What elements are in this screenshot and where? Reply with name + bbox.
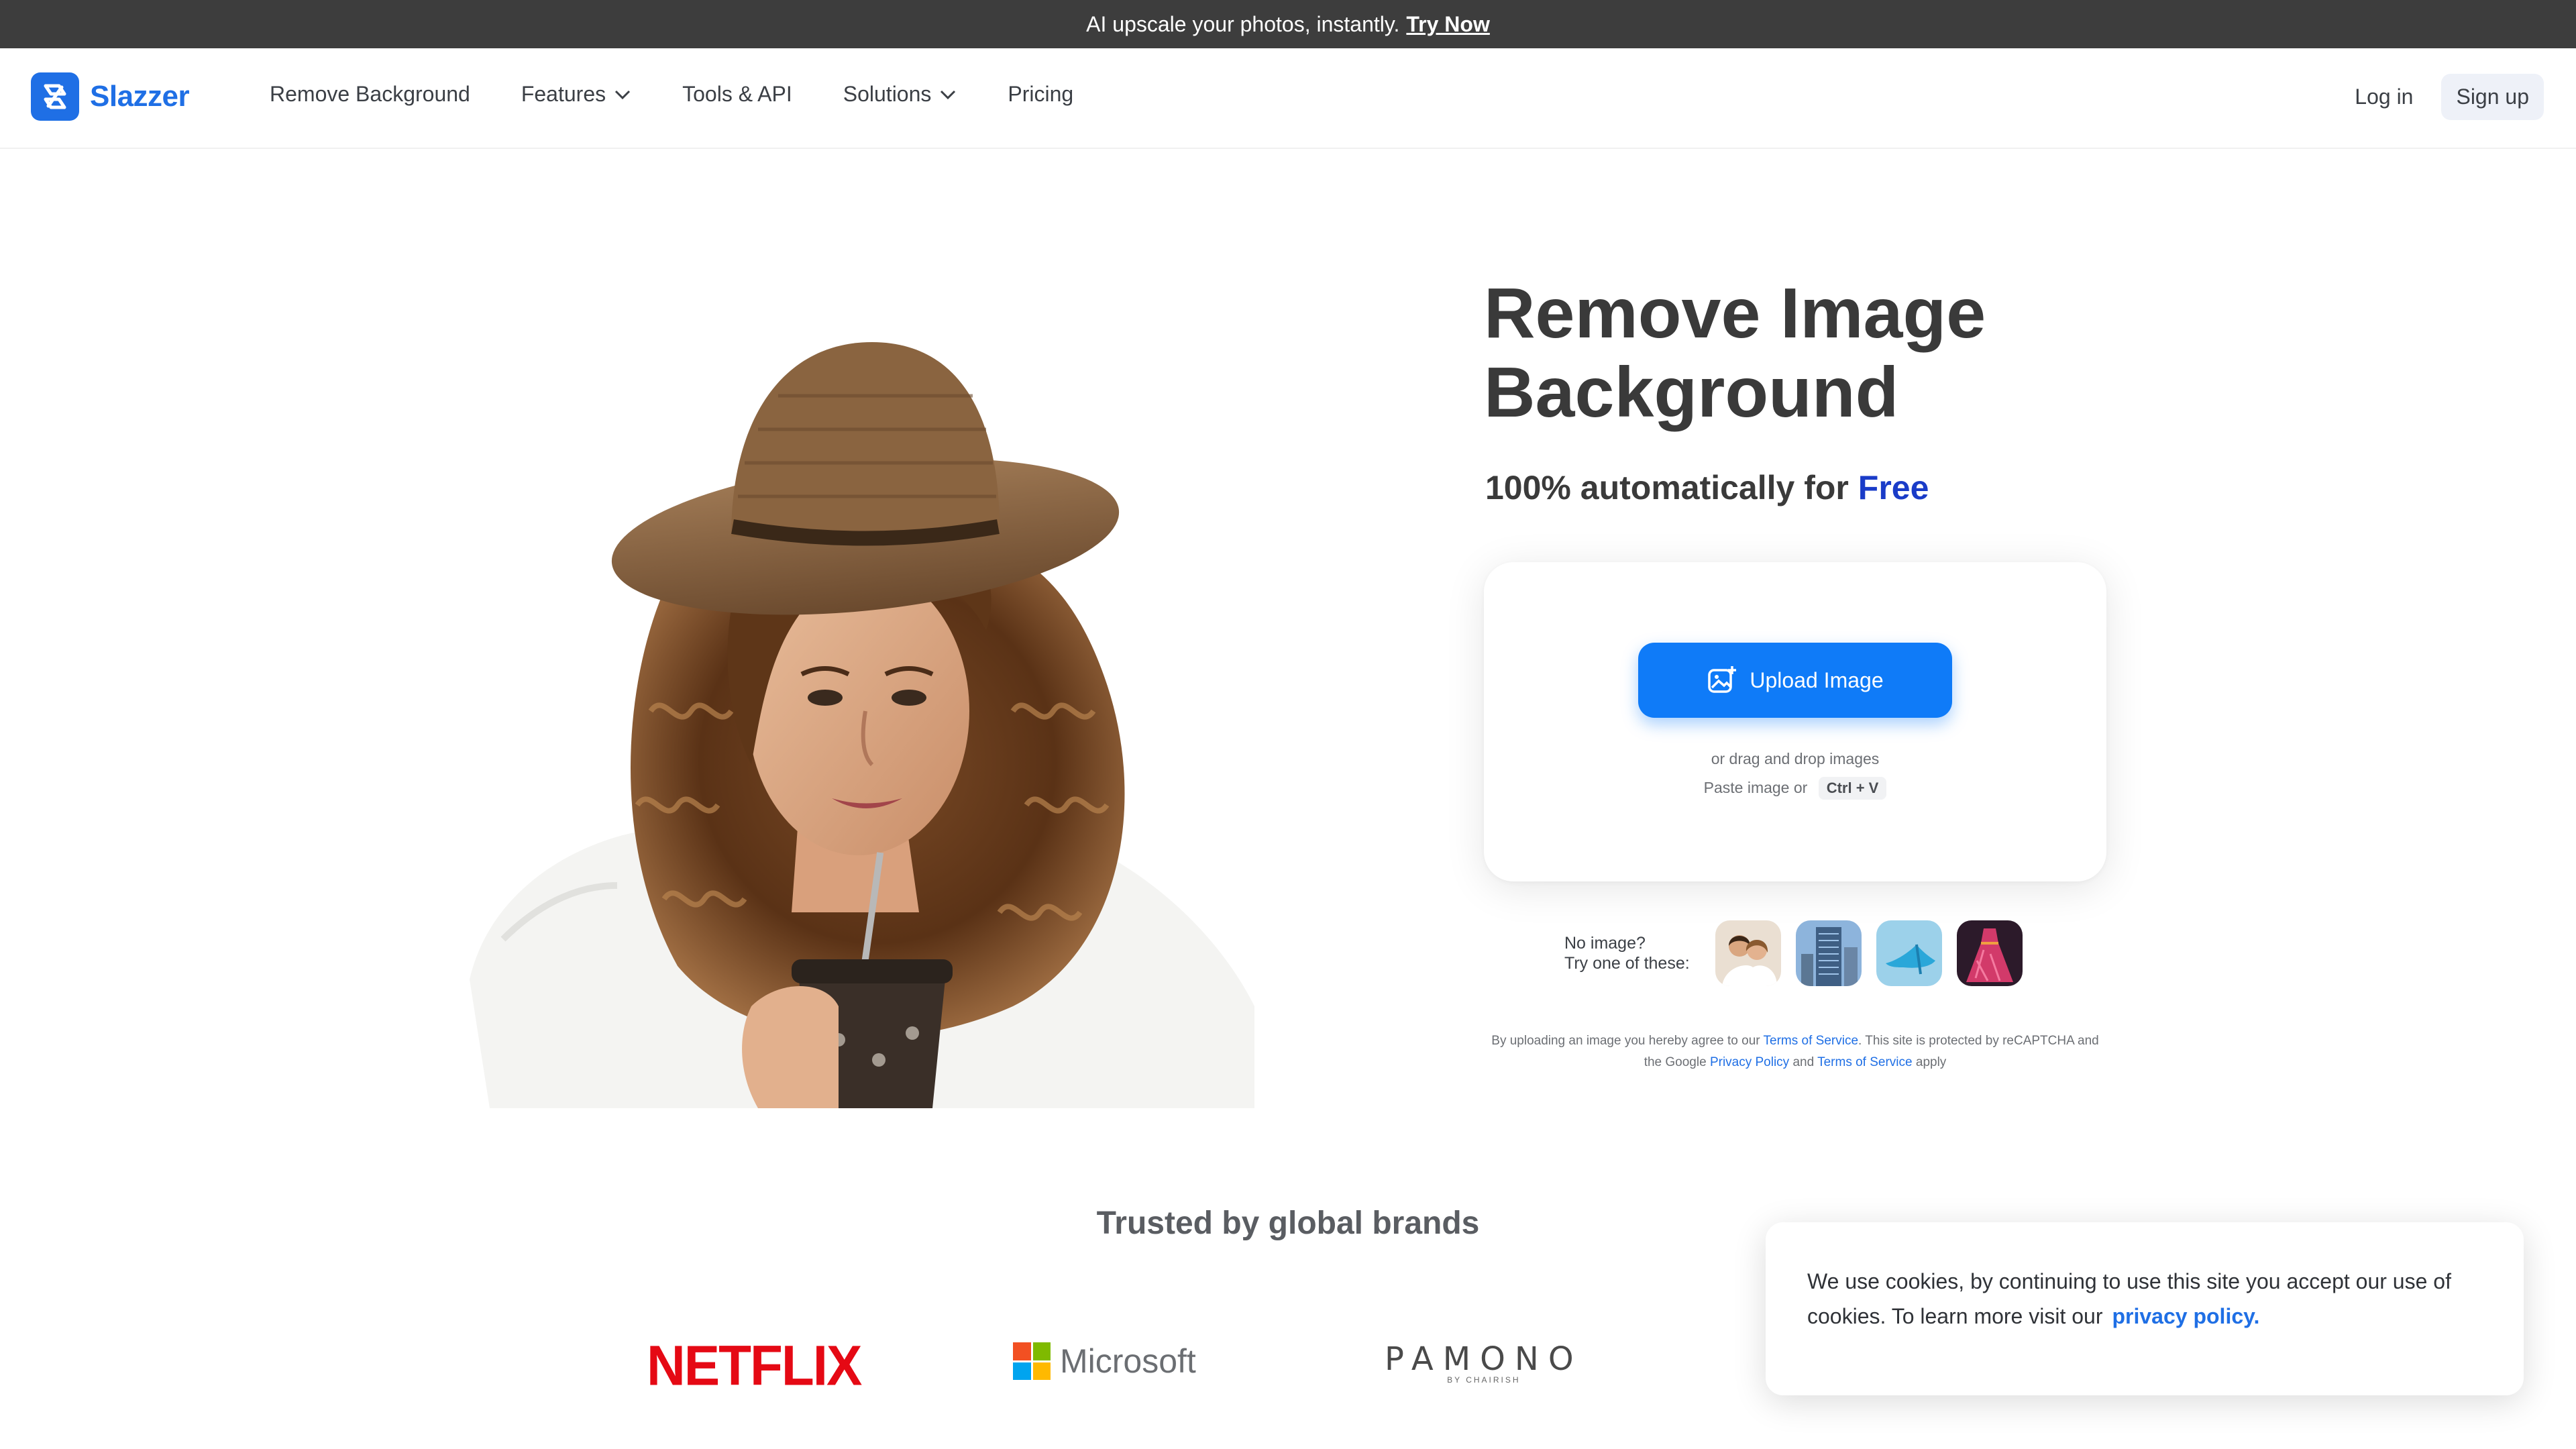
paste-shortcut: Ctrl + V	[1818, 777, 1887, 800]
chevron-down-icon	[941, 90, 956, 99]
microsoft-icon	[1013, 1342, 1051, 1380]
sample-thumb-couple[interactable]	[1715, 920, 1781, 986]
nav-item-remove-background[interactable]: Remove Background	[270, 82, 470, 107]
try-now-link[interactable]: Try Now	[1406, 12, 1489, 37]
privacy-policy-link[interactable]: Privacy Policy	[1710, 1055, 1789, 1069]
page-title: Remove Image Background	[1484, 274, 1986, 432]
nav-item-tools-api[interactable]: Tools & API	[682, 82, 792, 107]
upload-dropzone[interactable]: Upload Image or drag and drop images Pas…	[1484, 562, 2106, 881]
paste-hint-text: Paste image or	[1703, 779, 1808, 796]
nav-item-label: Solutions	[843, 82, 932, 106]
nav-item-label: Pricing	[1008, 82, 1074, 106]
nav-auth: Log in Sign up	[2347, 74, 2544, 120]
hero-image	[470, 342, 1254, 1108]
pamono-wordmark: PAMONO	[1385, 1340, 1583, 1378]
logo-icon	[31, 72, 79, 121]
samples-label: No image? Try one of these:	[1564, 933, 1690, 973]
chevron-down-icon	[615, 90, 631, 99]
sample-images: No image? Try one of these:	[1564, 920, 2023, 986]
subtitle-prefix: 100% automatically for	[1485, 469, 1849, 506]
nav-item-features[interactable]: Features	[521, 82, 631, 107]
drag-drop-hint: or drag and drop images	[1711, 750, 1880, 767]
nav-item-label: Features	[521, 82, 606, 106]
samples-label-line1: No image?	[1564, 934, 1646, 953]
signup-button[interactable]: Sign up	[2441, 74, 2544, 120]
announcement-banner: AI upscale your photos, instantly. Try N…	[0, 0, 2576, 48]
sample-thumb-dress[interactable]	[1956, 920, 2023, 986]
brand-name: Slazzer	[90, 80, 190, 113]
hero-subtitle: 100% automatically for Free	[1485, 468, 1929, 507]
cookie-privacy-link[interactable]: privacy policy.	[2112, 1304, 2259, 1328]
terms-of-service-link[interactable]: Terms of Service	[1817, 1055, 1912, 1069]
pamono-logo: PAMONO BY CHAIRISH	[1385, 1340, 1583, 1385]
sample-thumb-building[interactable]	[1795, 920, 1862, 986]
paste-hint: Paste image or Ctrl + V	[1484, 777, 2106, 800]
legal-text: and	[1792, 1055, 1815, 1069]
cookie-banner: We use cookies, by continuing to use thi…	[1766, 1222, 2524, 1395]
samples-label-line2: Try one of these:	[1564, 954, 1690, 973]
terms-of-service-link[interactable]: Terms of Service	[1764, 1034, 1858, 1048]
legal-text: apply	[1915, 1055, 1947, 1069]
login-button[interactable]: Log in	[2347, 75, 2421, 119]
upload-image-button[interactable]: Upload Image	[1638, 643, 1952, 718]
brand-logo[interactable]: Slazzer	[31, 72, 190, 121]
image-upload-icon	[1708, 666, 1737, 693]
sample-thumb-shoe[interactable]	[1876, 920, 1942, 986]
subtitle-highlight: Free	[1858, 469, 1929, 506]
upload-button-label: Upload Image	[1750, 667, 1884, 692]
top-nav: Slazzer Remove Background Features Tools…	[0, 48, 2576, 149]
microsoft-wordmark: Microsoft	[1060, 1342, 1196, 1380]
nav-item-label: Tools & API	[682, 82, 792, 106]
banner-text: AI upscale your photos, instantly.	[1086, 11, 1400, 36]
microsoft-logo: Microsoft	[1013, 1342, 1196, 1381]
legal-notice: By uploading an image you hereby agree t…	[1484, 1030, 2106, 1073]
netflix-logo: NETFLIX	[647, 1334, 862, 1397]
nav-item-solutions[interactable]: Solutions	[843, 82, 957, 107]
legal-text: By uploading an image you hereby agree t…	[1491, 1034, 1760, 1048]
nav-item-pricing[interactable]: Pricing	[1008, 82, 1073, 107]
nav-item-label: Remove Background	[270, 82, 470, 106]
nav-links: Remove Background Features Tools & API S…	[270, 82, 1124, 107]
